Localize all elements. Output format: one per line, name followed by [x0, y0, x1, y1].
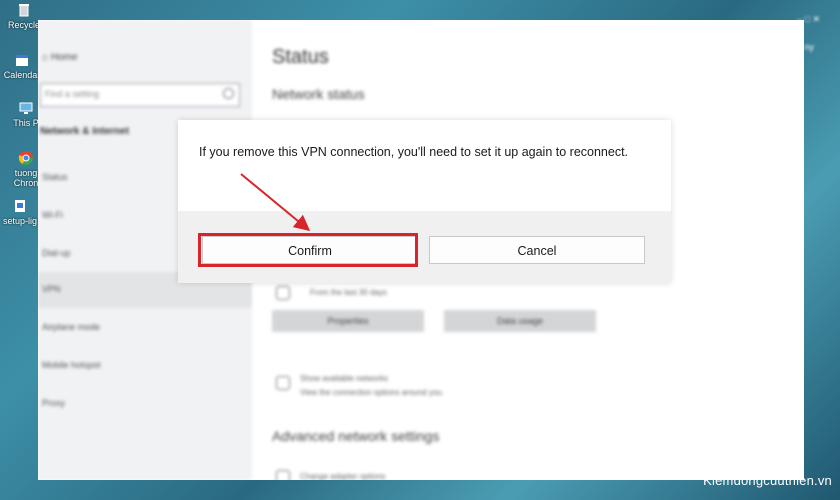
annotation-arrow-icon: [240, 173, 311, 232]
watermark: Kiemdongcuuthien.vn: [703, 473, 832, 488]
